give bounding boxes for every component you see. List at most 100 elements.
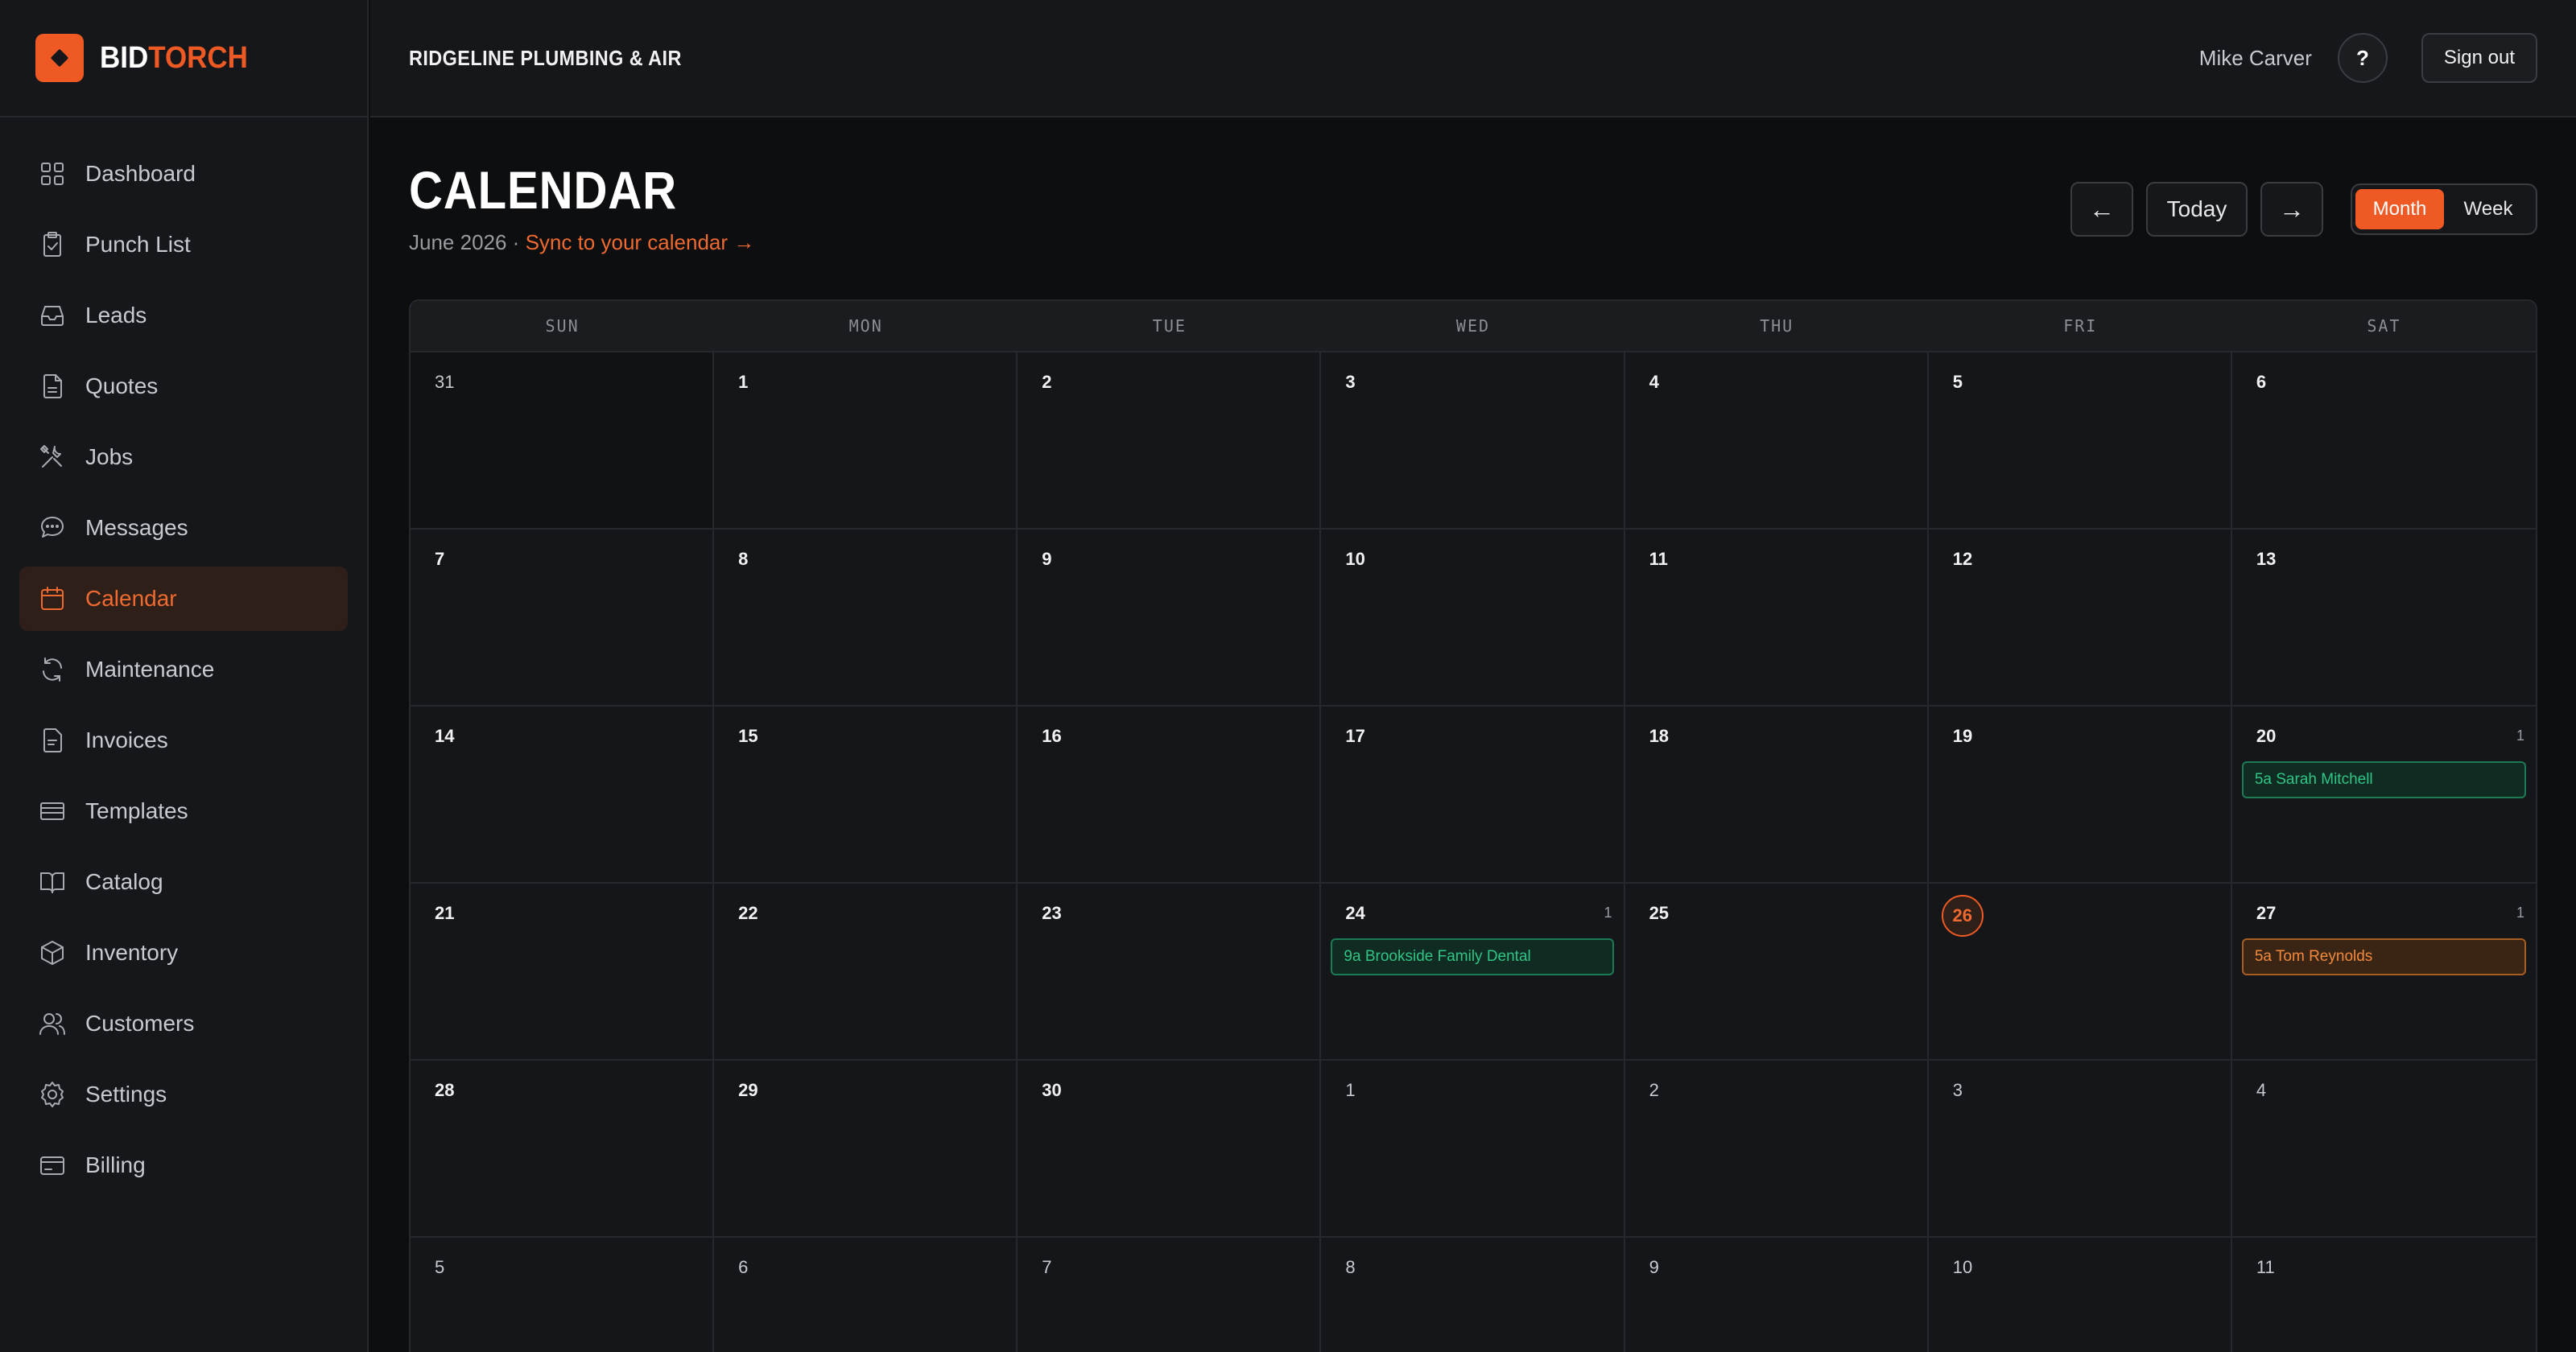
sidebar-item-billing[interactable]: Billing: [19, 1133, 348, 1197]
day-number: 18: [1649, 726, 1670, 746]
calendar-icon: [39, 585, 66, 612]
day-number: 10: [1952, 1257, 1973, 1277]
day-number: 5: [1952, 372, 1963, 392]
next-month-button[interactable]: →: [2260, 182, 2323, 237]
calendar-event[interactable]: 5a Sarah Mitchell: [2241, 761, 2526, 798]
day-cell[interactable]: 15: [714, 707, 1018, 884]
sidebar-item-dashboard[interactable]: Dashboard: [19, 142, 348, 206]
day-cell[interactable]: 1: [1321, 1061, 1625, 1238]
users-icon: [39, 1010, 66, 1037]
day-number: 8: [738, 549, 749, 569]
week-view-button[interactable]: Week: [2444, 189, 2533, 229]
day-number: 14: [435, 726, 455, 746]
day-cell[interactable]: 27 1 5a Tom Reynolds: [2231, 884, 2536, 1061]
day-cell[interactable]: 29: [714, 1061, 1018, 1238]
day-number: 20: [2256, 726, 2277, 746]
day-cell[interactable]: 1: [714, 352, 1018, 530]
day-cell[interactable]: 11: [2231, 1238, 2536, 1352]
day-number: 11: [2256, 1257, 2275, 1277]
sync-calendar-link[interactable]: Sync to your calendar →: [526, 230, 755, 254]
day-cell[interactable]: 9: [1018, 530, 1322, 707]
month-view-button[interactable]: Month: [2355, 189, 2444, 229]
sidebar-item-jobs[interactable]: Jobs: [19, 425, 348, 489]
day-cell[interactable]: 8: [1321, 1238, 1625, 1352]
day-cell[interactable]: 9: [1624, 1238, 1929, 1352]
day-cell[interactable]: 3: [1928, 1061, 2232, 1238]
weekday-header: SUN MON TUE WED THU FRI SAT: [411, 301, 2536, 352]
sidebar-item-label: Maintenance: [85, 657, 215, 682]
day-cell[interactable]: 28: [411, 1061, 715, 1238]
sidebar-item-invoices[interactable]: Invoices: [19, 708, 348, 773]
day-cell[interactable]: 2: [1018, 352, 1322, 530]
day-number: 9: [1649, 1257, 1659, 1277]
day-cell[interactable]: 11: [1624, 530, 1929, 707]
sidebar-item-templates[interactable]: Templates: [19, 779, 348, 843]
day-cell[interactable]: 7: [411, 530, 715, 707]
sidebar-item-messages[interactable]: Messages: [19, 496, 348, 560]
sidebar-item-quotes[interactable]: Quotes: [19, 354, 348, 418]
day-cell[interactable]: 5: [411, 1238, 715, 1352]
day-cell[interactable]: 25: [1624, 884, 1929, 1061]
day-cell[interactable]: 4: [2231, 1061, 2536, 1238]
day-number: 5: [435, 1257, 445, 1277]
sign-out-button[interactable]: Sign out: [2421, 33, 2537, 83]
sidebar-item-label: Catalog: [85, 869, 163, 894]
day-number: 8: [1345, 1257, 1356, 1277]
sidebar-item-inventory[interactable]: Inventory: [19, 921, 348, 985]
inbox-icon: [39, 302, 66, 329]
sidebar-item-settings[interactable]: Settings: [19, 1062, 348, 1127]
sidebar-item-catalog[interactable]: Catalog: [19, 850, 348, 914]
day-cell[interactable]: 6: [2231, 352, 2536, 530]
sidebar-item-label: Billing: [85, 1152, 146, 1177]
day-cell[interactable]: 4: [1624, 352, 1929, 530]
sidebar-item-label: Dashboard: [85, 161, 196, 186]
day-cell[interactable]: 31: [411, 352, 715, 530]
day-cell[interactable]: 6: [714, 1238, 1018, 1352]
weekday-label: MON: [848, 316, 883, 336]
calendar-event[interactable]: 9a Brookside Family Dental: [1331, 938, 1614, 975]
day-cell[interactable]: 10: [1928, 1238, 2232, 1352]
brand[interactable]: BIDTORCH: [0, 0, 367, 117]
day-cell[interactable]: 14: [411, 707, 715, 884]
day-cell[interactable]: 5: [1928, 352, 2232, 530]
day-cell[interactable]: 24 1 9a Brookside Family Dental: [1321, 884, 1625, 1061]
box-icon: [39, 939, 66, 967]
day-cell[interactable]: 19: [1928, 707, 2232, 884]
book-icon: [39, 868, 66, 896]
day-cell[interactable]: 26: [1928, 884, 2232, 1061]
brand-name-part1: BID: [100, 40, 149, 75]
sidebar-item-customers[interactable]: Customers: [19, 991, 348, 1056]
day-cell[interactable]: 21: [411, 884, 715, 1061]
day-cell[interactable]: 23: [1018, 884, 1322, 1061]
day-cell[interactable]: 18: [1624, 707, 1929, 884]
previous-month-button[interactable]: ←: [2070, 182, 2133, 237]
day-cell[interactable]: 7: [1018, 1238, 1322, 1352]
day-cell[interactable]: 2: [1624, 1061, 1929, 1238]
day-cell[interactable]: 3: [1321, 352, 1625, 530]
day-cell[interactable]: 17: [1321, 707, 1625, 884]
today-button[interactable]: Today: [2146, 182, 2248, 237]
day-cell[interactable]: 20 1 5a Sarah Mitchell: [2231, 707, 2536, 884]
calendar-event[interactable]: 5a Tom Reynolds: [2241, 938, 2526, 975]
day-cell[interactable]: 22: [714, 884, 1018, 1061]
day-cell[interactable]: 12: [1928, 530, 2232, 707]
help-button[interactable]: ?: [2337, 33, 2388, 83]
day-number: 24: [1345, 903, 1365, 923]
day-cell[interactable]: 16: [1018, 707, 1322, 884]
weekday-label: TUE: [1152, 316, 1187, 336]
sidebar-item-punch-list[interactable]: Punch List: [19, 212, 348, 277]
day-cell[interactable]: 10: [1321, 530, 1625, 707]
today-day-number: 26: [1941, 895, 1984, 937]
sidebar-item-maintenance[interactable]: Maintenance: [19, 637, 348, 702]
day-cell[interactable]: 30: [1018, 1061, 1322, 1238]
user-name[interactable]: Mike Carver: [2199, 46, 2312, 71]
day-number: 7: [1042, 1257, 1052, 1277]
calendar-controls: ← Today → Month Week: [2070, 182, 2537, 237]
sidebar-item-calendar[interactable]: Calendar: [19, 567, 348, 631]
day-number: 3: [1952, 1080, 1963, 1100]
sidebar-item-label: Leads: [85, 303, 147, 328]
sidebar-item-leads[interactable]: Leads: [19, 283, 348, 348]
day-cell[interactable]: 13: [2231, 530, 2536, 707]
day-cell[interactable]: 8: [714, 530, 1018, 707]
day-number: 28: [435, 1080, 455, 1100]
